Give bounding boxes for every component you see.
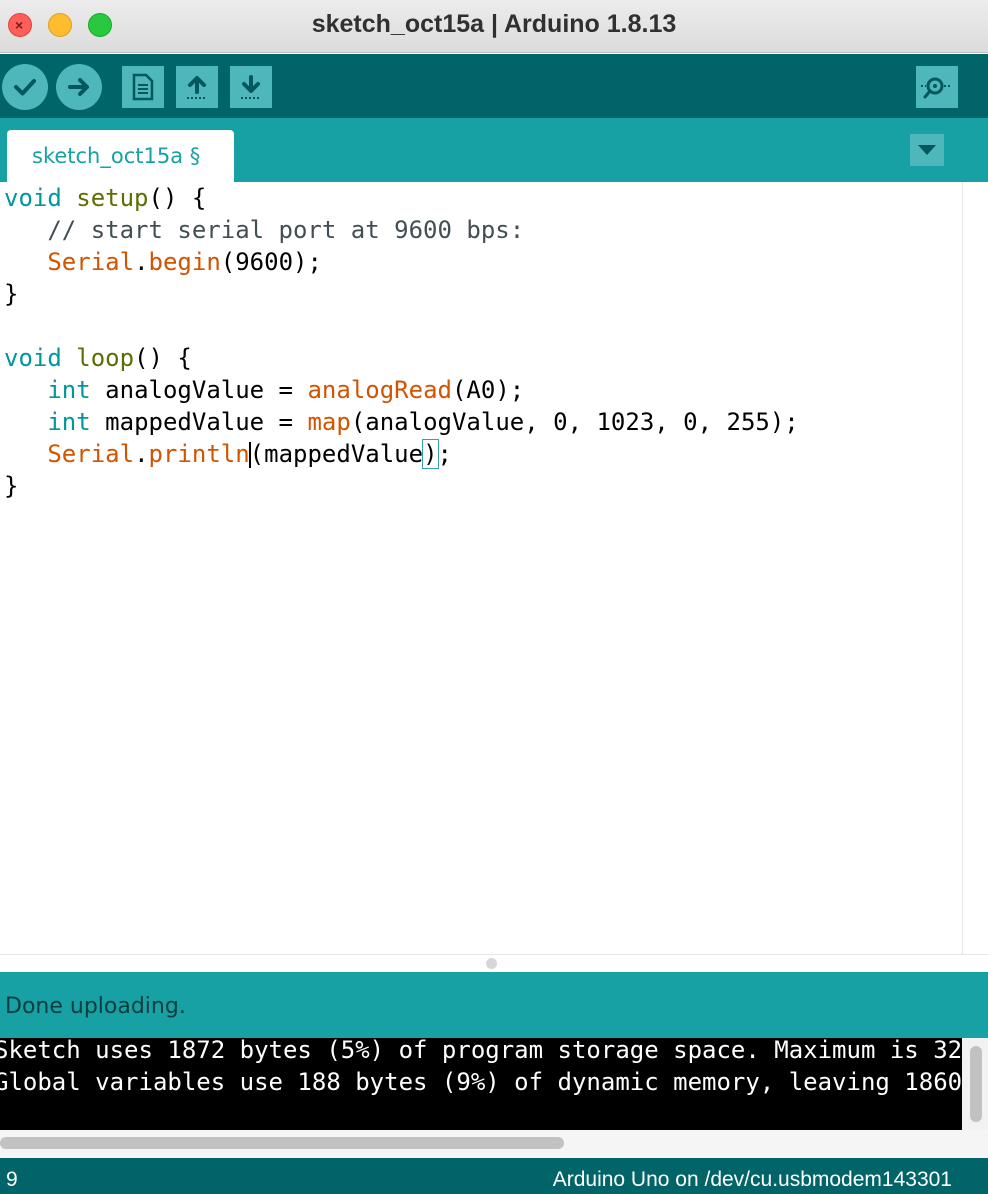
tab-label: sketch_oct15a § (32, 144, 201, 168)
serial-monitor-button[interactable] (916, 66, 958, 108)
code-token: map (307, 408, 351, 436)
arrow-up-icon (187, 76, 207, 99)
code-line: int analogValue = analogRead(A0); (4, 374, 524, 406)
code-token: ; (437, 440, 452, 468)
code-token: () { (148, 184, 207, 212)
code-token: begin (148, 248, 221, 276)
new-sketch-button[interactable] (122, 66, 164, 108)
code-token: setup (76, 184, 149, 212)
code-token: (9600); (220, 248, 322, 276)
code-editor[interactable]: void setup() { // start serial port at 9… (0, 182, 962, 954)
code-line: } (4, 470, 18, 502)
code-token: } (4, 280, 19, 308)
code-token: analogValue = (90, 376, 308, 404)
code-token: Serial (47, 248, 135, 276)
code-line: Serial.begin(9600); (4, 246, 322, 278)
code-line: Serial.println(mappedValue); (4, 438, 452, 470)
board-port-label: Arduino Uno on /dev/cu.usbmodem143301 (552, 1168, 952, 1191)
open-sketch-button[interactable] (176, 66, 218, 108)
tab-menu-button[interactable] (910, 134, 944, 166)
upload-button[interactable] (56, 64, 102, 110)
arrow-right-icon (68, 78, 89, 96)
magnifier-icon (921, 77, 952, 99)
console-output[interactable]: Sketch uses 1872 bytes (5%) of program s… (0, 1038, 962, 1130)
code-token: int (47, 408, 91, 436)
code-token: void (4, 344, 62, 372)
code-token: Serial (47, 440, 135, 468)
tab-bar: sketch_oct15a § (0, 118, 988, 182)
editor-scrollbar[interactable] (962, 182, 988, 954)
code-token: println (148, 440, 250, 468)
code-token: analogRead (307, 376, 452, 404)
console-horizontal-scroll-thumb[interactable] (0, 1137, 564, 1149)
code-line: int mappedValue = map(analogValue, 0, 10… (4, 406, 799, 438)
code-line: void loop() { (4, 342, 192, 374)
code-token: () { (134, 344, 192, 372)
code-token: // start serial port at 9600 bps: (4, 216, 525, 244)
verify-button[interactable] (2, 64, 48, 110)
code-token: void (4, 184, 62, 212)
code-token: int (47, 376, 91, 404)
triangle-down-icon (918, 145, 936, 155)
save-sketch-button[interactable] (230, 66, 272, 108)
new-document-icon (132, 73, 154, 101)
footer-bar: 9 Arduino Uno on /dev/cu.usbmodem143301 (0, 1158, 988, 1194)
code-token: } (4, 472, 19, 500)
tab-sketch[interactable]: sketch_oct15a § (7, 130, 234, 182)
window-title: sketch_oct15a | Arduino 1.8.13 (311, 10, 677, 38)
code-token: (analogValue, 0, 1023, 0, 255); (350, 408, 799, 436)
code-token: . (134, 440, 149, 468)
console-line: Sketch uses 1872 bytes (5%) of program s… (0, 1038, 962, 1064)
code-line: } (4, 278, 18, 310)
pane-divider[interactable] (0, 954, 988, 972)
code-token: mappedValue = (90, 408, 308, 436)
matched-bracket: ) (422, 439, 439, 469)
code-token: (mappedValue (249, 440, 424, 468)
console-line: Global variables use 188 bytes (9%) of d… (0, 1068, 962, 1096)
status-bar: Done uploading. (0, 972, 988, 1038)
code-line: void setup() { (4, 182, 206, 214)
title-bar: × sketch_oct15a | Arduino 1.8.13 (0, 0, 988, 53)
code-token: . (134, 248, 149, 276)
line-number: 9 (6, 1168, 18, 1191)
status-message: Done uploading. (5, 994, 186, 1019)
toolbar (0, 54, 988, 118)
console-vertical-scrollbar[interactable] (962, 1038, 988, 1130)
checkmark-icon (14, 79, 36, 96)
code-token: (A0); (451, 376, 525, 404)
code-token: loop (76, 344, 135, 372)
console-vertical-scroll-thumb[interactable] (970, 1046, 982, 1122)
arrow-down-icon (241, 75, 261, 99)
console-horizontal-scrollbar[interactable] (0, 1130, 988, 1158)
divider-handle[interactable] (486, 958, 497, 969)
code-line: // start serial port at 9600 bps: (4, 214, 524, 246)
